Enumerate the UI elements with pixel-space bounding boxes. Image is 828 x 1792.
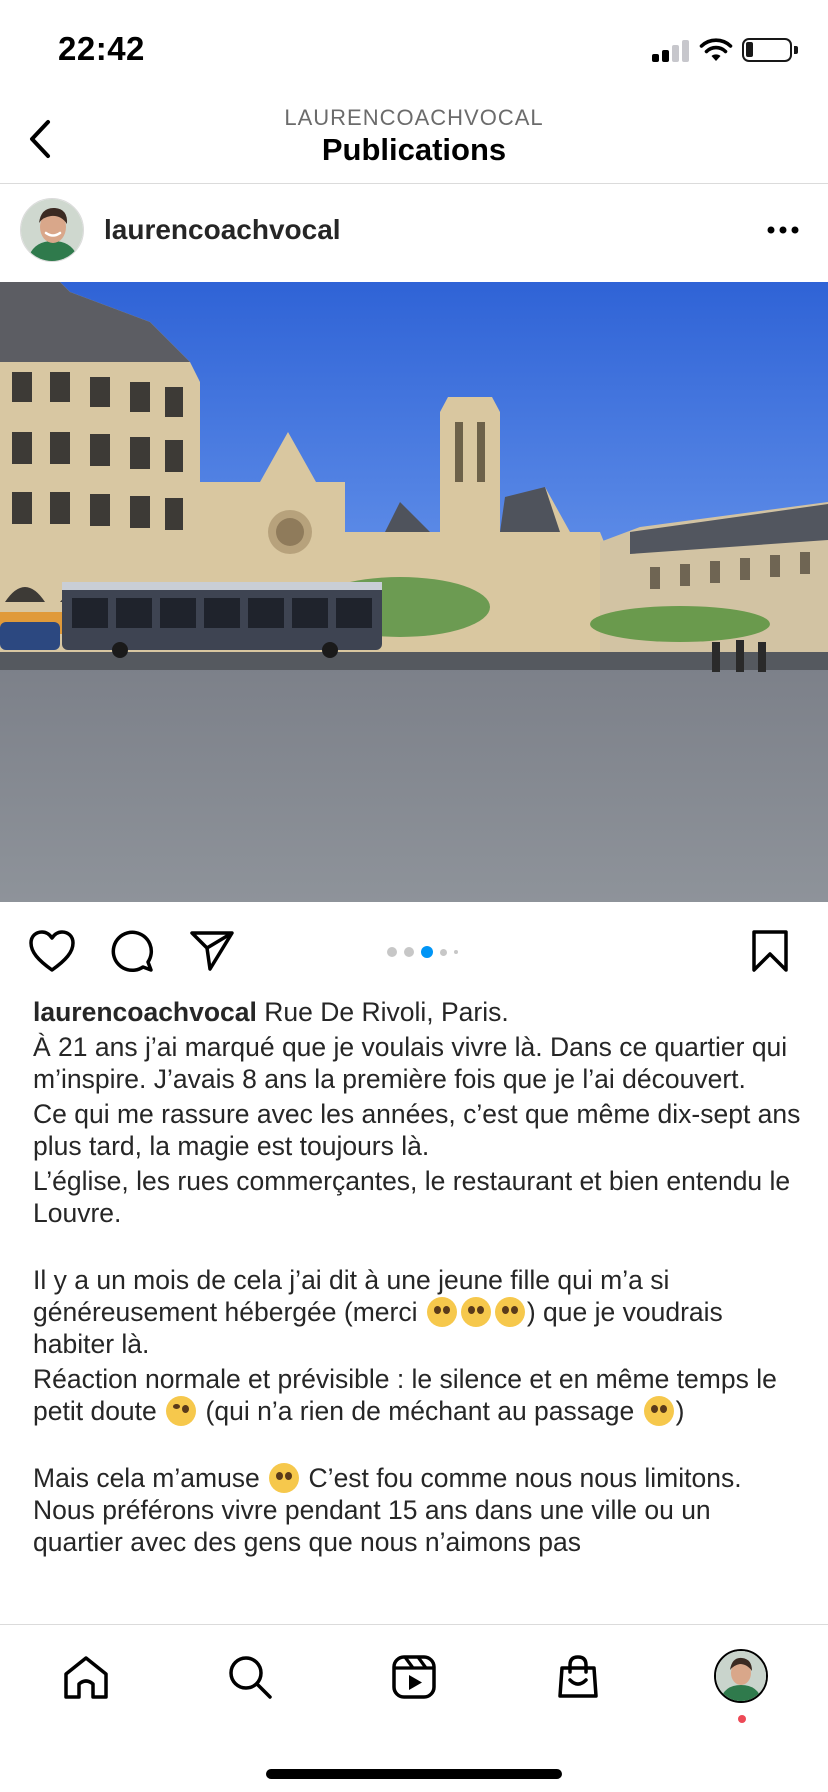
cellular-signal-icon [652,38,692,62]
notification-dot [738,1715,746,1723]
caption-text: Rue De Rivoli, Paris. [264,997,509,1027]
wifi-icon [699,37,733,63]
post-caption: laurencoachvocal Rue De Rivoli, Paris. À… [33,996,803,1624]
carousel-dot [387,947,397,957]
heart-icon [29,930,75,972]
comment-icon [111,930,154,973]
share-button[interactable] [186,926,238,976]
caption-text: (qui n’a rien de méchant au passage [205,1396,635,1426]
status-time: 22:42 [58,30,145,67]
carousel-dot [404,947,414,957]
caption-text: L’église, les rues commerçantes, le rest… [33,1166,791,1228]
battery-icon [742,38,798,62]
post-username[interactable]: laurencoachvocal [104,214,341,246]
search-icon [229,1656,272,1699]
carousel-dot [454,950,458,954]
tab-profile-avatar[interactable] [714,1649,768,1703]
shop-bag-icon [558,1655,598,1698]
smiling-face-emoji-icon [643,1396,674,1426]
pleading-face-emoji-icon [494,1297,525,1327]
carousel-indicator [387,946,458,958]
comment-button[interactable] [106,926,158,976]
bookmark-icon [752,930,788,972]
more-horizontal-icon [767,226,799,234]
tab-shop[interactable] [548,1647,608,1707]
post-author-avatar[interactable] [20,198,84,262]
paper-plane-icon [190,931,234,971]
post-header: laurencoachvocal [0,184,828,282]
caption-text: À 21 ans j’ai marqué que je voulais vivr… [33,1032,788,1094]
home-icon [64,1656,108,1699]
tab-search[interactable] [220,1647,280,1707]
caption-text: Mais cela m’amuse [33,1463,260,1493]
page-title: Publications [321,132,507,167]
tab-home[interactable] [56,1647,116,1707]
pleading-face-emoji-icon [426,1297,457,1327]
header-account-name: LAURENCOACHVOCAL [284,105,544,130]
post-photo[interactable] [0,282,828,902]
carousel-dot-active [421,946,433,958]
home-indicator[interactable] [266,1769,562,1779]
reels-icon [392,1655,436,1699]
carousel-dot [440,948,447,956]
nav-header: LAURENCOACHVOCAL Publications [0,96,828,184]
caption-username[interactable]: laurencoachvocal [33,997,257,1027]
save-button[interactable] [744,926,796,976]
caption-text: Ce qui me rassure avec les années, c’est… [33,1099,801,1161]
thinking-face-emoji-icon [166,1396,197,1426]
post-action-bar [0,902,828,998]
more-options-button[interactable] [760,208,806,252]
status-bar: 22:42 [0,0,828,96]
smiling-face-emoji-icon [269,1463,300,1493]
caption-text: ) [675,1396,685,1426]
tab-reels[interactable] [384,1647,444,1707]
pleading-face-emoji-icon [460,1297,491,1327]
bottom-tab-bar [0,1624,828,1792]
like-button[interactable] [26,926,78,976]
